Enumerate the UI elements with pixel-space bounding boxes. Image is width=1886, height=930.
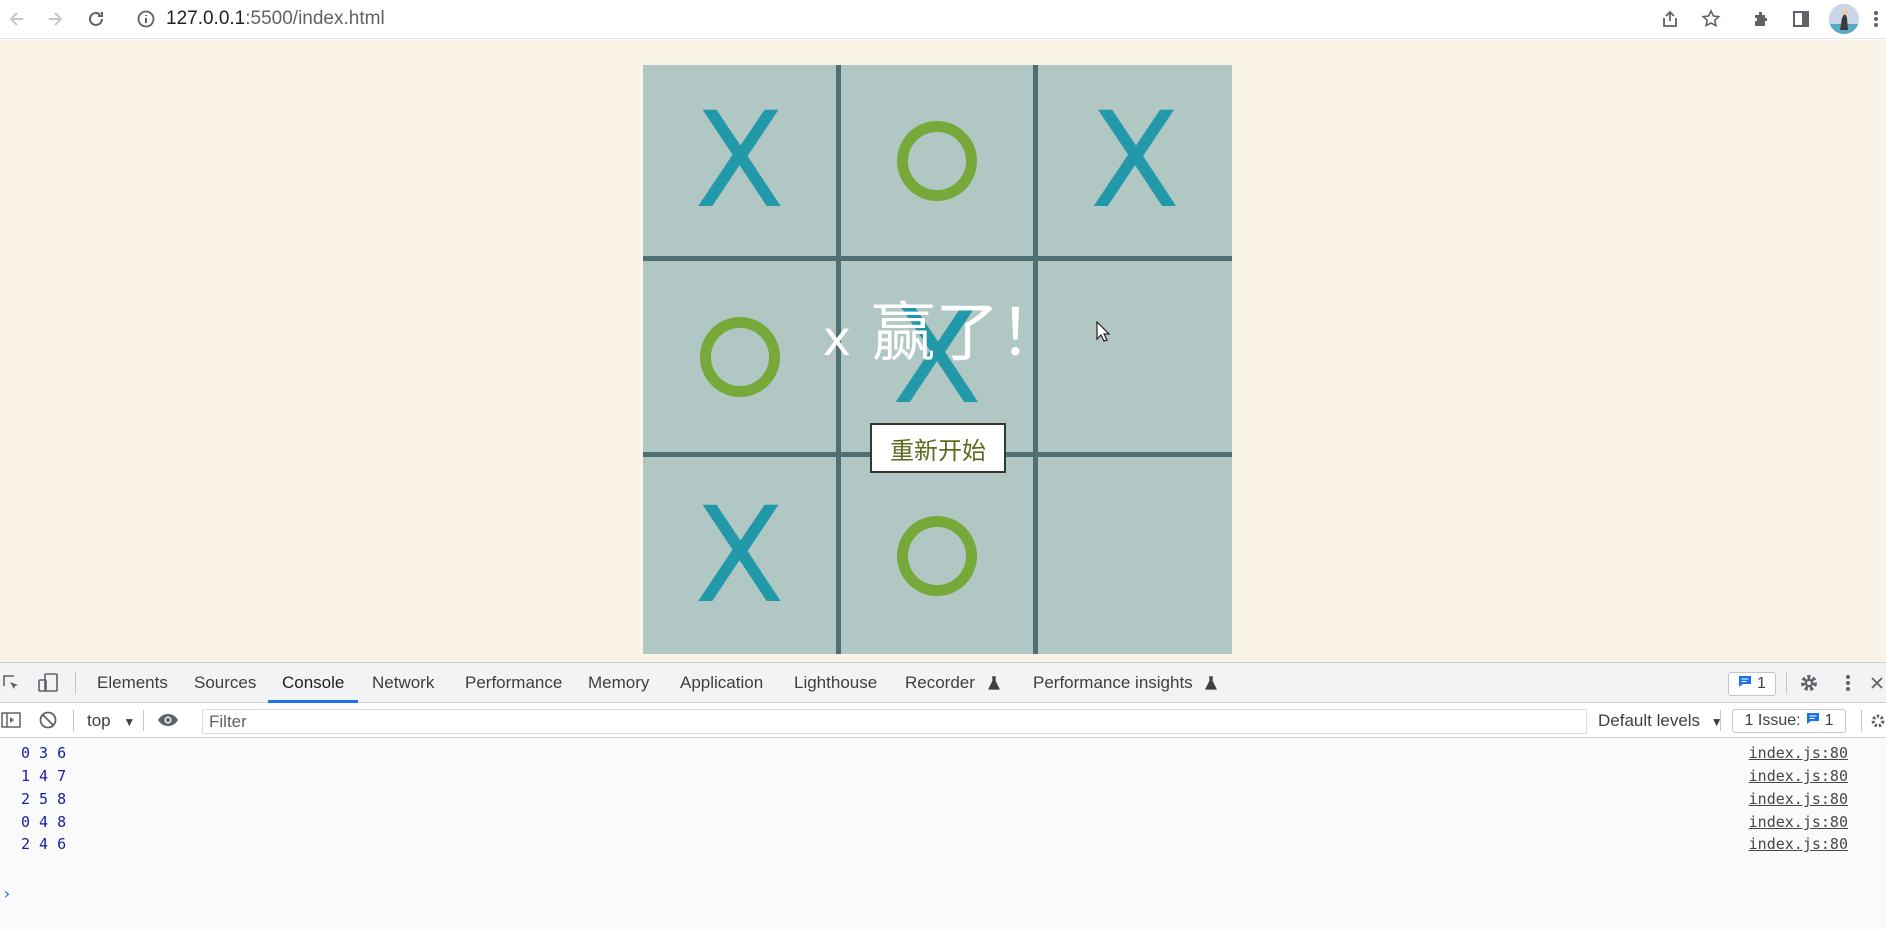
tab-performance[interactable]: Performance bbox=[465, 663, 562, 703]
forward-arrow-icon[interactable] bbox=[40, 4, 70, 34]
console-message-badge[interactable]: 1 bbox=[1728, 672, 1776, 696]
clear-console-icon[interactable] bbox=[37, 709, 59, 731]
profile-avatar[interactable] bbox=[1829, 4, 1859, 34]
settings-gear-icon[interactable] bbox=[1797, 671, 1821, 695]
context-value: top bbox=[87, 711, 111, 730]
console-filter-input[interactable]: Filter bbox=[202, 709, 1587, 734]
tab-memory[interactable]: Memory bbox=[588, 663, 649, 703]
device-toolbar-icon[interactable] bbox=[36, 671, 60, 695]
tab-application[interactable]: Application bbox=[680, 663, 763, 703]
message-count: 1 bbox=[1757, 675, 1766, 692]
tab-recorder[interactable]: Recorder bbox=[905, 663, 1000, 703]
board-cell[interactable] bbox=[841, 65, 1033, 256]
back-arrow-icon[interactable] bbox=[2, 4, 32, 34]
tab-elements[interactable]: Elements bbox=[97, 663, 168, 703]
toolbar-divider bbox=[73, 710, 74, 731]
tab-performance-insights[interactable]: Performance insights bbox=[1033, 663, 1218, 705]
url-host: 127.0.0.1 bbox=[166, 8, 246, 29]
issue-message-icon bbox=[1806, 712, 1820, 730]
side-panel-icon[interactable] bbox=[1786, 4, 1816, 34]
show-sidebar-icon[interactable] bbox=[0, 709, 22, 731]
devtools-panel: Elements Sources Console Network Perform… bbox=[0, 662, 1886, 929]
tab-sources[interactable]: Sources bbox=[194, 663, 256, 703]
board-cell[interactable] bbox=[841, 457, 1033, 654]
toolbar-divider bbox=[1720, 710, 1721, 731]
tab-console[interactable]: Console bbox=[267, 663, 359, 703]
log-source-link[interactable]: index.js:80 bbox=[1749, 744, 1848, 762]
o-mark bbox=[897, 120, 977, 201]
toolbar-divider bbox=[143, 710, 144, 731]
dropdown-arrow-icon: ▼ bbox=[123, 715, 136, 729]
log-message: 0 4 8 bbox=[21, 813, 67, 831]
browser-toolbar: 127.0.0.1:5500/index.html bbox=[0, 0, 1886, 39]
board-cell[interactable] bbox=[1038, 457, 1232, 654]
console-filter-bar: top ▼ Filter Default levels ▼ 1 Issue: 1 bbox=[0, 703, 1886, 738]
log-levels-label: Default levels bbox=[1598, 711, 1701, 730]
site-info-icon[interactable] bbox=[131, 4, 161, 34]
experiment-flask-icon bbox=[987, 665, 1000, 705]
log-message: 0 3 6 bbox=[21, 744, 67, 762]
browser-menu-icon[interactable] bbox=[1866, 4, 1886, 34]
winner-symbol: x bbox=[822, 311, 852, 367]
extensions-icon[interactable] bbox=[1746, 4, 1776, 34]
o-mark bbox=[897, 515, 977, 596]
toolbar-divider bbox=[1786, 672, 1787, 694]
page-viewport: XXXX x 赢了！ 重新开始 bbox=[0, 40, 1886, 662]
issues-label: 1 Issue: bbox=[1744, 712, 1801, 729]
restart-button[interactable]: 重新开始 bbox=[870, 423, 1006, 473]
experiment-flask-icon bbox=[1205, 665, 1218, 705]
devtools-menu-icon[interactable] bbox=[1838, 671, 1858, 695]
log-source-link[interactable]: index.js:80 bbox=[1749, 790, 1848, 808]
log-source-link[interactable]: index.js:80 bbox=[1749, 767, 1848, 785]
x-mark: X bbox=[694, 478, 785, 633]
x-mark: X bbox=[1089, 83, 1181, 238]
log-levels-dropdown[interactable]: Default levels ▼ bbox=[1598, 703, 1723, 738]
context-selector[interactable]: top ▼ bbox=[87, 703, 135, 738]
tab-lighthouse[interactable]: Lighthouse bbox=[794, 663, 877, 703]
reload-icon[interactable] bbox=[81, 4, 111, 34]
winner-text: 赢了！ bbox=[871, 297, 1064, 371]
share-icon[interactable] bbox=[1655, 4, 1685, 34]
log-message: 2 4 6 bbox=[21, 835, 67, 853]
console-prompt-icon[interactable]: › bbox=[2, 884, 12, 903]
result-message: x 赢了！ bbox=[0, 302, 1886, 366]
close-devtools-icon[interactable] bbox=[1868, 671, 1886, 695]
bookmark-star-icon[interactable] bbox=[1696, 4, 1726, 34]
log-message: 2 5 8 bbox=[21, 790, 67, 808]
board-cell[interactable]: X bbox=[1038, 65, 1232, 256]
message-icon bbox=[1738, 675, 1752, 693]
log-source-link[interactable]: index.js:80 bbox=[1749, 835, 1848, 853]
toolbar-divider bbox=[75, 672, 76, 694]
mouse-cursor-icon bbox=[1096, 320, 1111, 348]
log-message: 1 4 7 bbox=[21, 767, 67, 785]
log-source-link[interactable]: index.js:80 bbox=[1749, 813, 1848, 831]
board-cell[interactable]: X bbox=[643, 457, 836, 654]
console-output: › 0 3 6 index.js:80 1 4 7 index.js:80 2 5 8 i… bbox=[0, 738, 1886, 930]
tab-recorder-label: Recorder bbox=[905, 673, 975, 692]
inspect-element-icon[interactable] bbox=[0, 671, 22, 695]
console-log-row: 2 4 6 index.js:80 bbox=[0, 831, 1886, 857]
toolbar-divider bbox=[1861, 710, 1862, 731]
x-mark: X bbox=[694, 83, 785, 238]
console-settings-icon[interactable] bbox=[1870, 710, 1886, 732]
tab-performance-insights-label: Performance insights bbox=[1033, 673, 1193, 692]
address-bar[interactable]: 127.0.0.1:5500/index.html bbox=[166, 4, 385, 34]
live-expression-eye-icon[interactable] bbox=[155, 709, 181, 731]
board-cell[interactable]: X bbox=[643, 65, 836, 256]
issues-counter[interactable]: 1 Issue: 1 bbox=[1732, 709, 1846, 733]
devtools-tabbar: Elements Sources Console Network Perform… bbox=[0, 663, 1886, 703]
tab-network[interactable]: Network bbox=[372, 663, 434, 703]
url-path: :5500/index.html bbox=[245, 8, 385, 29]
issues-count: 1 bbox=[1824, 712, 1834, 729]
